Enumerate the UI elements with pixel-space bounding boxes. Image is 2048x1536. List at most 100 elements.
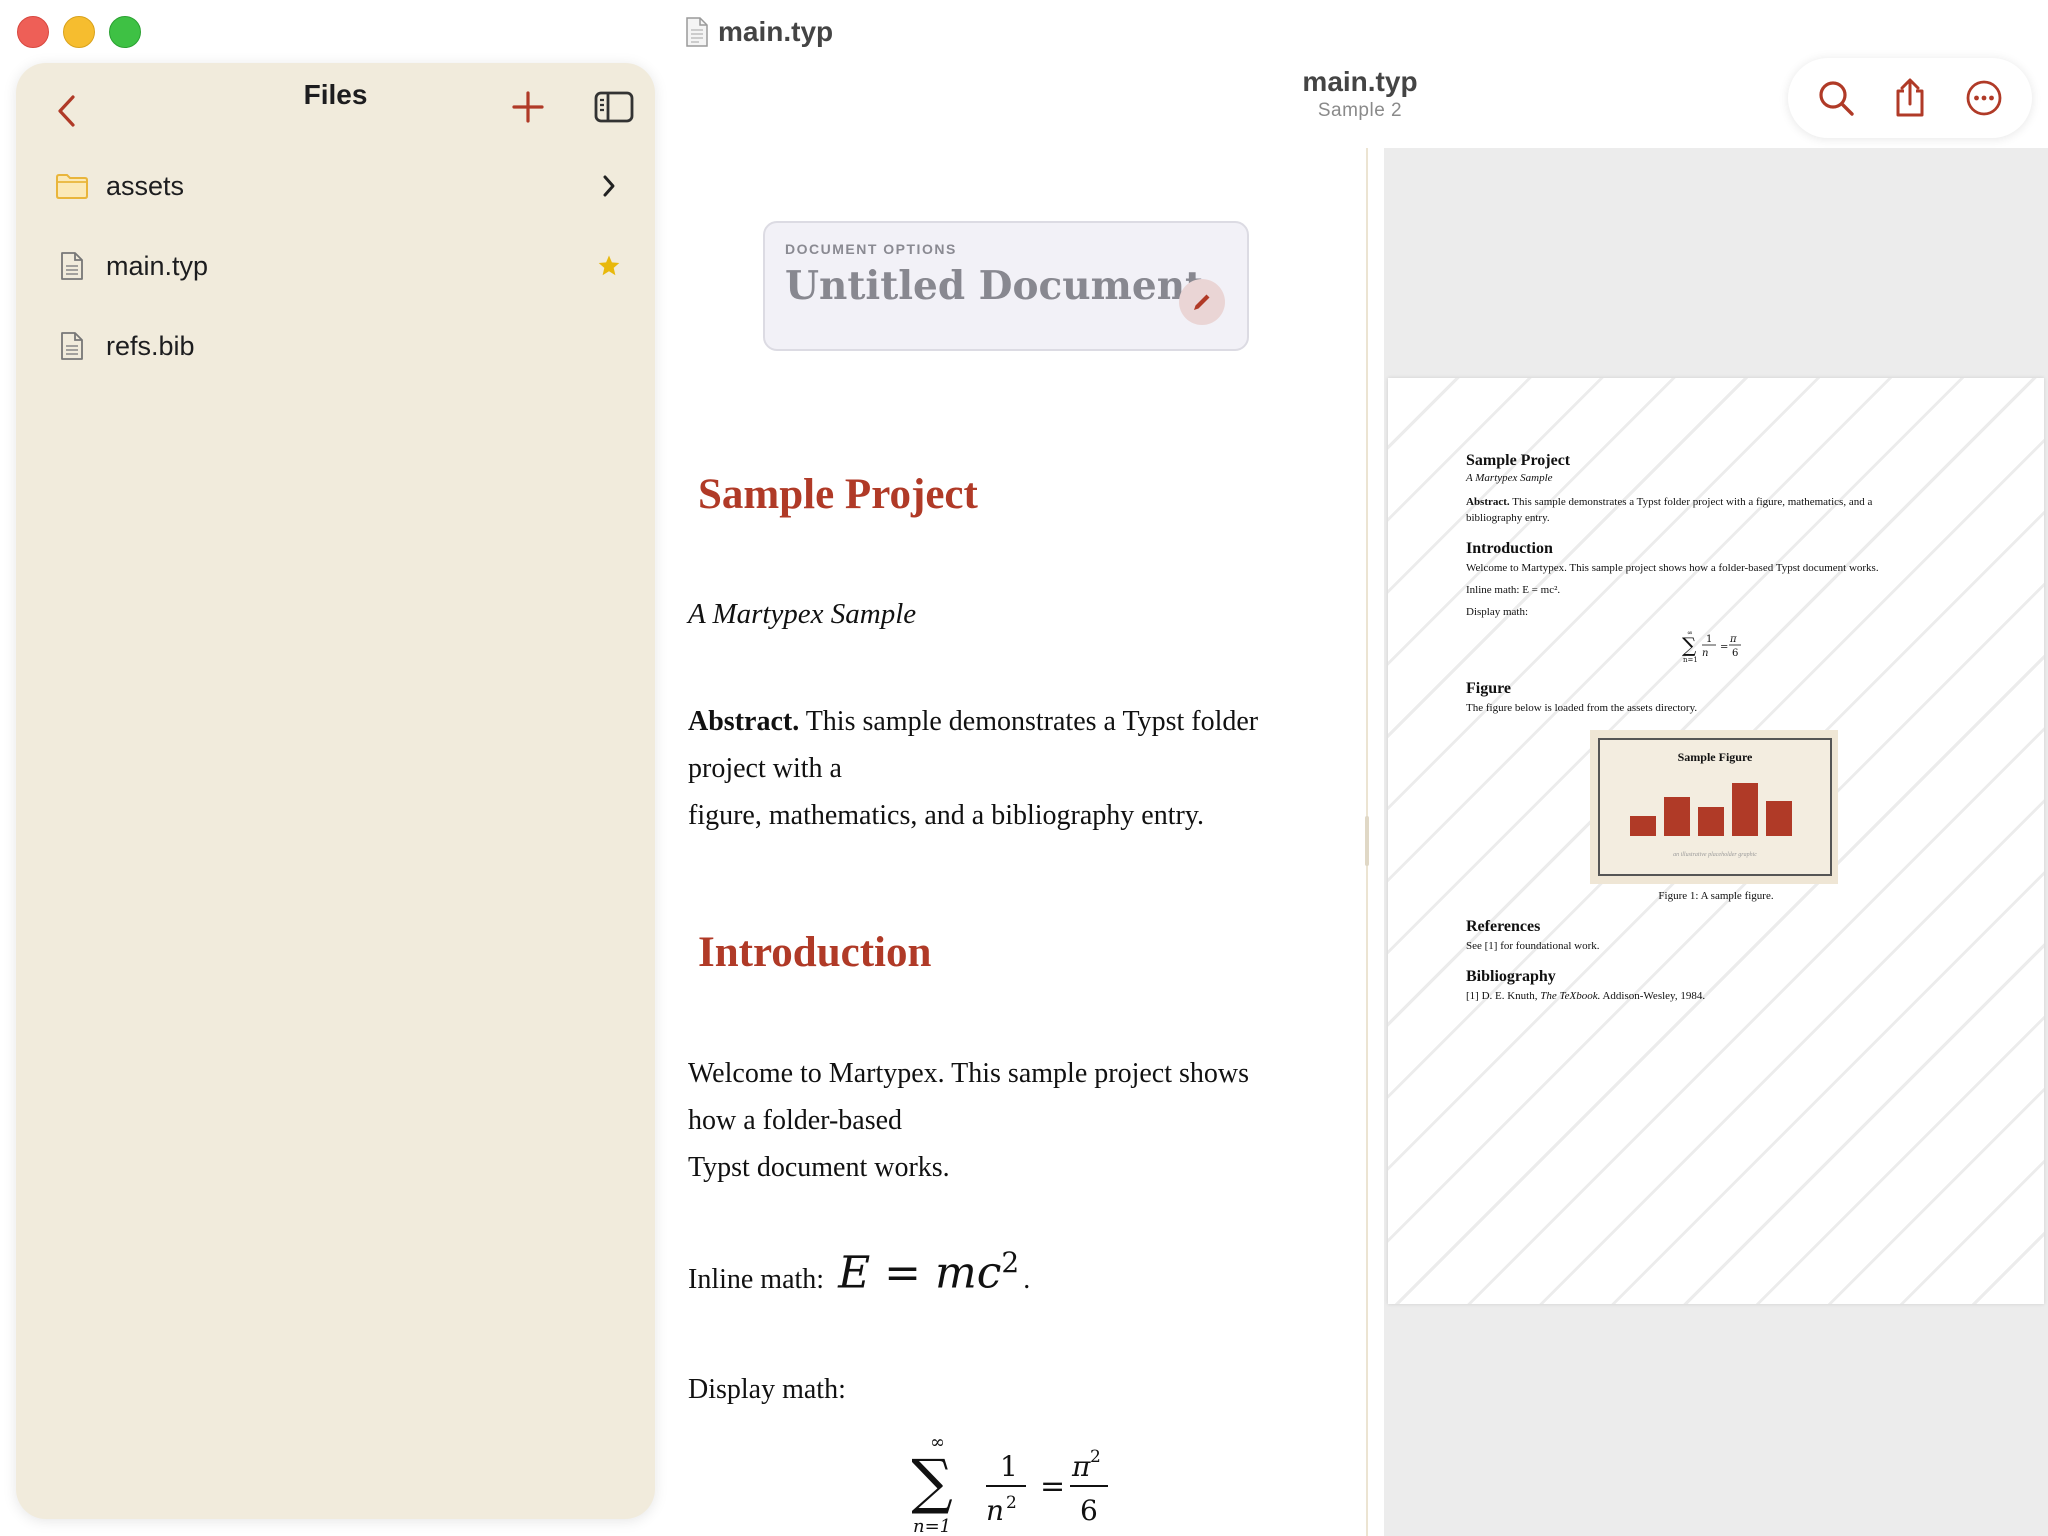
window-title: main.typ	[686, 14, 833, 50]
preview-figure-title: Sample Figure	[1677, 750, 1753, 764]
document-options-title: Untitled Document	[785, 263, 1204, 309]
preview-intro-text: Welcome to Martypex. This sample project…	[1466, 562, 1879, 574]
preview-figure-caption: Figure 1: A sample figure.	[1658, 890, 1774, 902]
preview-bibliography-heading: Bibliography	[1466, 968, 1556, 985]
star-icon[interactable]	[597, 254, 621, 278]
svg-text:π: π	[1071, 1450, 1091, 1483]
chevron-right-icon	[603, 175, 615, 197]
back-button[interactable]	[44, 81, 88, 141]
editor-intro-text: Welcome to Martypex. This sample project…	[688, 1050, 1328, 1191]
plus-icon	[512, 91, 544, 123]
pane-divider-handle[interactable]	[1365, 816, 1369, 866]
sidebar-item-main-typ[interactable]: main.typ	[32, 231, 640, 301]
svg-text:π: π	[1729, 634, 1737, 645]
intro-line-2: how a folder-based	[688, 1105, 903, 1136]
preview-page[interactable]: Sample Project A Martypex Sample Abstrac…	[1388, 378, 2044, 1304]
sidebar-item-label: refs.bib	[106, 330, 195, 361]
editor-pane[interactable]: DOCUMENT OPTIONS Untitled Document Sampl…	[660, 148, 1366, 1536]
preview-figure-bar	[1664, 797, 1690, 836]
svg-text:∑: ∑	[912, 1447, 953, 1517]
preview-references-text: See [1] for foundational work.	[1466, 940, 1600, 952]
document-options-label: DOCUMENT OPTIONS	[785, 241, 957, 257]
preview-figure-text: The figure below is loaded from the asse…	[1466, 702, 1698, 714]
inline-math-expression: E = mc2	[838, 1246, 1020, 1299]
display-math-label: Display math:	[688, 1374, 846, 1405]
svg-text:n=1: n=1	[1683, 656, 1698, 664]
svg-text:n=1: n=1	[913, 1516, 951, 1536]
edit-document-options-button[interactable]	[1179, 279, 1225, 325]
preview-inline-math: Inline math: E = mc².	[1466, 584, 1561, 596]
abstract-line-3: figure, mathematics, and a bibliography …	[688, 800, 1205, 831]
preview-figure-bar	[1766, 801, 1792, 836]
files-sidebar: Files assets main.typ refs.bib	[16, 63, 655, 1519]
window-title-text: main.typ	[718, 16, 834, 47]
sidebar-item-refs-bib[interactable]: refs.bib	[32, 311, 640, 381]
more-button[interactable]	[1954, 68, 2014, 128]
document-header: main.typ Sample 2	[1200, 66, 1520, 122]
editor-abstract: Abstract. This sample demonstrates a Typ…	[688, 698, 1328, 839]
preview-figure: Sample Figure an illustrative placeholde…	[1590, 730, 1838, 884]
abstract-line-2: project with a	[688, 753, 842, 784]
chevron-left-icon	[58, 95, 75, 127]
svg-text:=: =	[1040, 1469, 1065, 1504]
svg-text:∑: ∑	[1682, 633, 1697, 657]
sum-equation-graphic: ∞ ∑ n=1 1 n 2 = π 2 6	[910, 1432, 1108, 1536]
intro-line-3: Typst document works.	[688, 1152, 950, 1183]
folder-icon	[56, 174, 88, 199]
sidebar-item-label: main.typ	[106, 250, 209, 281]
sidebar-item-label: assets	[106, 170, 185, 201]
abstract-label: Abstract.	[688, 706, 800, 737]
toolbar	[1788, 58, 2032, 138]
inline-math-line: Inline math: E = mc2 .	[688, 1246, 1031, 1299]
preview-intro-heading: Introduction	[1466, 540, 1553, 557]
svg-text:1: 1	[1706, 634, 1712, 645]
close-window-button[interactable]	[17, 16, 49, 48]
editor-subtitle: A Martypex Sample	[688, 598, 917, 630]
preview-references-heading: References	[1466, 918, 1541, 935]
zoom-window-button[interactable]	[109, 16, 141, 48]
document-title: main.typ	[1302, 66, 1418, 97]
document-icon	[61, 252, 83, 280]
add-file-button[interactable]	[496, 75, 560, 139]
search-icon	[1819, 81, 1854, 116]
svg-text:n: n	[986, 1494, 1004, 1527]
display-math-equation: ∞ ∑ n=1 1 n 2 = π 2 6	[910, 1428, 1132, 1536]
document-subtitle: Sample 2	[1317, 100, 1403, 121]
document-options-card[interactable]: DOCUMENT OPTIONS Untitled Document	[763, 221, 1249, 351]
preview-bibliography-entry: [1] D. E. Knuth, The TeXbook. Addison-We…	[1466, 990, 1706, 1002]
svg-text:=: =	[1720, 642, 1728, 653]
preview-figure-note: an illustrative placeholder graphic	[1673, 852, 1757, 858]
editor-title-heading: Sample Project	[698, 471, 978, 518]
toggle-sidebar-button[interactable]	[582, 75, 646, 139]
svg-text:n: n	[1702, 648, 1708, 659]
preview-display-math-label: Display math:	[1466, 606, 1529, 618]
document-icon	[61, 332, 83, 360]
sidebar-item-assets[interactable]: assets	[32, 151, 640, 221]
svg-text:2: 2	[1090, 1447, 1101, 1467]
preview-abstract: Abstract. This sample demonstrates a Typ…	[1466, 496, 1873, 524]
minimize-window-button[interactable]	[63, 16, 95, 48]
preview-figure-bar	[1630, 816, 1656, 836]
more-icon	[1966, 80, 2002, 116]
svg-text:6: 6	[1080, 1494, 1098, 1527]
preview-title: Sample Project	[1466, 452, 1571, 469]
svg-text:1: 1	[1000, 1450, 1018, 1483]
abstract-line-1: This sample demonstrates a Typst folder	[799, 706, 1259, 737]
preview-figure-heading: Figure	[1466, 680, 1512, 697]
share-icon	[1896, 78, 1924, 117]
preview-figure-bar	[1732, 783, 1758, 836]
svg-text:6: 6	[1732, 648, 1738, 659]
preview-figure-bar	[1698, 807, 1724, 836]
share-button[interactable]	[1880, 68, 1940, 128]
preview-subtitle: A Martypex Sample	[1466, 472, 1553, 484]
svg-text:2: 2	[1006, 1493, 1017, 1513]
inline-math-label: Inline math:	[688, 1263, 825, 1295]
preview-figure-frame: Sample Figure an illustrative placeholde…	[1598, 738, 1832, 876]
search-button[interactable]	[1806, 68, 1866, 128]
preview-figure-bars	[1630, 783, 1792, 836]
document-icon	[686, 17, 708, 47]
sidebar-icon	[594, 91, 634, 123]
pencil-icon	[1194, 294, 1210, 310]
preview-display-math: ∞ ∑ n=1 1 n = π 6	[1682, 629, 1741, 664]
editor-intro-heading: Introduction	[698, 929, 932, 976]
